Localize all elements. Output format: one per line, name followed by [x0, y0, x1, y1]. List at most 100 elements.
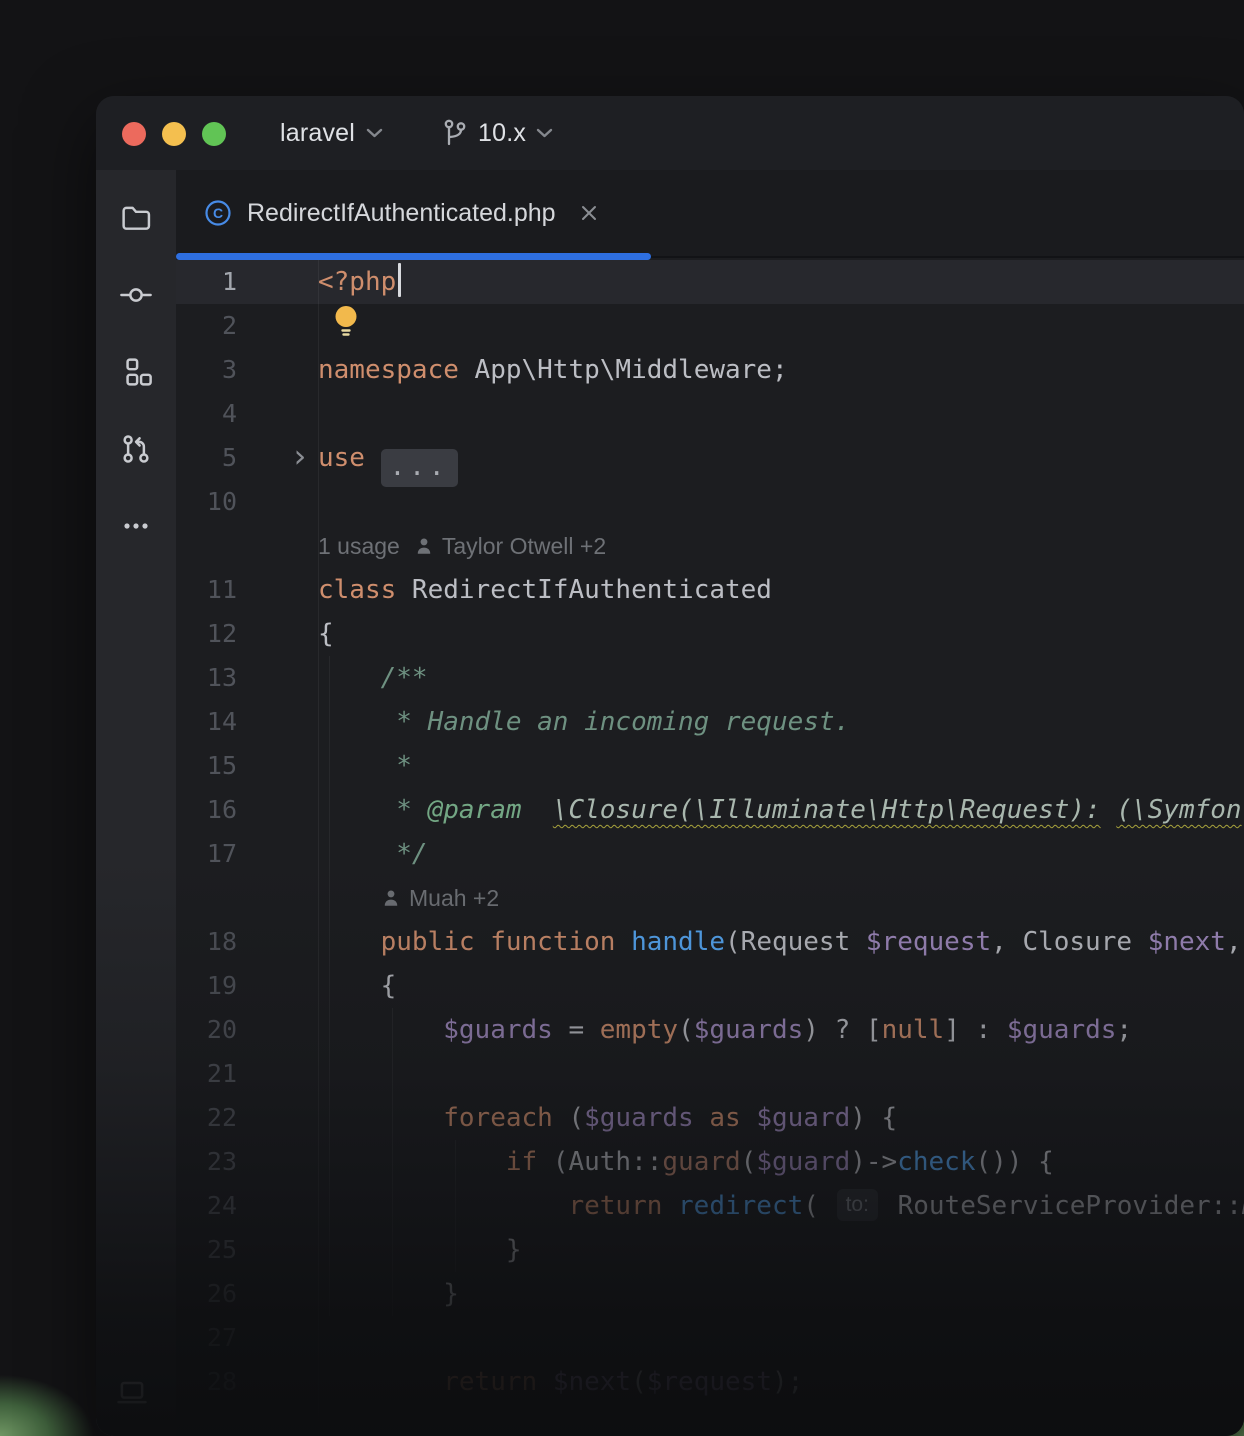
- gutter[interactable]: 27: [176, 1316, 318, 1360]
- line-number[interactable]: 3: [222, 355, 237, 384]
- code-line[interactable]: $guards = empty($guards) ? [null] : $gua…: [318, 1008, 1244, 1052]
- code-line[interactable]: [318, 480, 1244, 524]
- line-number[interactable]: 16: [207, 795, 237, 824]
- line-number[interactable]: 21: [207, 1059, 237, 1088]
- gutter[interactable]: 25: [176, 1228, 318, 1272]
- gutter[interactable]: 18: [176, 920, 318, 964]
- code-editor[interactable]: 1<?php23namespace App\Http\Middleware;45…: [176, 258, 1244, 1436]
- gutter[interactable]: 21: [176, 1052, 318, 1096]
- gutter[interactable]: 4: [176, 392, 318, 436]
- gutter[interactable]: 13: [176, 656, 318, 700]
- line-number[interactable]: 13: [207, 663, 237, 692]
- code-line[interactable]: public function handle(Request $request,…: [318, 920, 1244, 964]
- gutter[interactable]: 19: [176, 964, 318, 1008]
- zoom-window-button[interactable]: [202, 122, 226, 146]
- code-line[interactable]: * Handle an incoming request.: [318, 700, 1244, 744]
- lightbulb-icon[interactable]: [332, 304, 360, 338]
- branch-selector[interactable]: 10.x: [440, 96, 553, 170]
- code-line[interactable]: *: [318, 744, 1244, 788]
- sidebar-item-files[interactable]: [114, 196, 158, 240]
- close-tab-button[interactable]: [578, 202, 600, 224]
- line-number[interactable]: 26: [207, 1279, 237, 1308]
- line-number[interactable]: 2: [222, 311, 237, 340]
- token: ] :: [944, 1015, 1007, 1045]
- code-line[interactable]: return redirect( to: RouteServiceProvide…: [318, 1184, 1244, 1228]
- line-number[interactable]: 4: [222, 399, 237, 428]
- code-line[interactable]: [318, 392, 1244, 436]
- sidebar-item-more[interactable]: [114, 504, 158, 548]
- line-number[interactable]: 28: [207, 1367, 237, 1396]
- line-number[interactable]: 17: [207, 839, 237, 868]
- code-line[interactable]: [318, 304, 1244, 348]
- code-line[interactable]: * @param \Closure(\Illuminate\Http\Reque…: [318, 788, 1244, 832]
- gutter[interactable]: 2: [176, 304, 318, 348]
- inlay-text[interactable]: Taylor Otwell +2: [442, 524, 606, 568]
- tab-redirectifauthenticated[interactable]: C RedirectIfAuthenticated.php: [176, 170, 651, 256]
- gutter[interactable]: 24: [176, 1184, 318, 1228]
- gutter[interactable]: 11: [176, 568, 318, 612]
- code-line[interactable]: }: [318, 1272, 1244, 1316]
- code-line[interactable]: [318, 1316, 1244, 1360]
- line-number[interactable]: 27: [207, 1323, 237, 1352]
- code-line[interactable]: [318, 1052, 1244, 1096]
- code-line[interactable]: {: [318, 964, 1244, 1008]
- gutter[interactable]: 28: [176, 1360, 318, 1404]
- close-window-button[interactable]: [122, 122, 146, 146]
- code-line[interactable]: namespace App\Http\Middleware;: [318, 348, 1244, 392]
- line-number[interactable]: 15: [207, 751, 237, 780]
- gutter[interactable]: 26: [176, 1272, 318, 1316]
- gutter[interactable]: [176, 524, 318, 568]
- gutter[interactable]: 14: [176, 700, 318, 744]
- gutter[interactable]: 1: [176, 260, 318, 304]
- inlay-text[interactable]: 1 usage: [318, 524, 400, 568]
- line-number[interactable]: 20: [207, 1015, 237, 1044]
- code-line[interactable]: */: [318, 832, 1244, 876]
- window-controls: [122, 122, 226, 146]
- code-line[interactable]: /**: [318, 656, 1244, 700]
- line-number[interactable]: 5: [222, 443, 237, 472]
- code-line[interactable]: {: [318, 612, 1244, 656]
- gutter[interactable]: 22: [176, 1096, 318, 1140]
- token: (: [741, 1147, 757, 1177]
- line-number[interactable]: 22: [207, 1103, 237, 1132]
- inlay-hint[interactable]: Muah +2: [318, 876, 1244, 920]
- gutter[interactable]: 12: [176, 612, 318, 656]
- inlay-hint[interactable]: 1 usage Taylor Otwell +2: [318, 524, 1244, 568]
- project-selector[interactable]: laravel: [280, 96, 383, 170]
- line-number[interactable]: 23: [207, 1147, 237, 1176]
- line-number[interactable]: 14: [207, 707, 237, 736]
- gutter[interactable]: 3: [176, 348, 318, 392]
- code-line[interactable]: use ...: [318, 436, 1244, 480]
- minimize-window-button[interactable]: [162, 122, 186, 146]
- gutter[interactable]: 5›: [176, 436, 318, 480]
- line-number[interactable]: 11: [207, 575, 237, 604]
- code-line[interactable]: foreach ($guards as $guard) {: [318, 1096, 1244, 1140]
- line-number[interactable]: 1: [222, 267, 237, 296]
- sidebar-item-pull-requests[interactable]: [114, 427, 158, 471]
- gutter[interactable]: 15: [176, 744, 318, 788]
- gutter[interactable]: 16: [176, 788, 318, 832]
- sidebar-item-structure[interactable]: [114, 350, 158, 394]
- line-number[interactable]: 24: [207, 1191, 237, 1220]
- sidebar-item-commits[interactable]: [114, 273, 158, 317]
- gutter[interactable]: 17: [176, 832, 318, 876]
- code-row: 25 }: [176, 1228, 1244, 1272]
- gutter[interactable]: 20: [176, 1008, 318, 1052]
- code-line[interactable]: if (Auth::guard($guard)->check()) {: [318, 1140, 1244, 1184]
- line-number[interactable]: 10: [207, 487, 237, 516]
- line-number[interactable]: 25: [207, 1235, 237, 1264]
- code-line[interactable]: return $next($request);: [318, 1360, 1244, 1404]
- gutter[interactable]: [176, 876, 318, 920]
- fold-chevron-icon[interactable]: ›: [290, 434, 309, 478]
- code-line[interactable]: <?php: [318, 260, 1244, 304]
- line-number[interactable]: 19: [207, 971, 237, 1000]
- token: (Auth::: [537, 1147, 662, 1177]
- code-line[interactable]: class RedirectIfAuthenticated: [318, 568, 1244, 612]
- gutter[interactable]: 23: [176, 1140, 318, 1184]
- code-line[interactable]: }: [318, 1228, 1244, 1272]
- line-number[interactable]: 12: [207, 619, 237, 648]
- gutter[interactable]: 10: [176, 480, 318, 524]
- line-number[interactable]: 18: [207, 927, 237, 956]
- inlay-text[interactable]: Muah +2: [409, 876, 499, 920]
- sidebar-item-remote[interactable]: [114, 1374, 150, 1410]
